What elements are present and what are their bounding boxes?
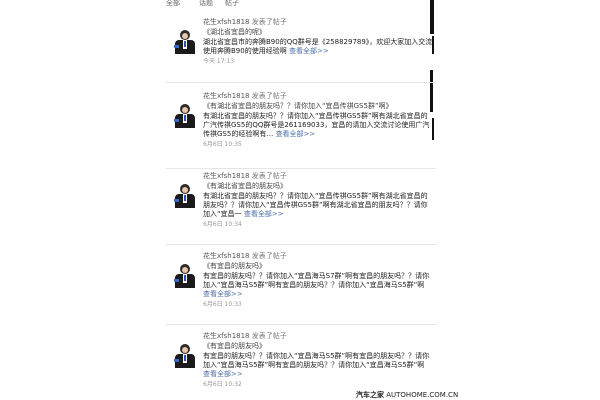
post-username[interactable]: 花生xfsh1818 xyxy=(203,18,250,26)
watermark-brand: 汽车之家 AUTOHOME.COM.CN xyxy=(356,390,458,400)
filter-tabs: 全部 话题 帖子 xyxy=(166,0,436,10)
post-action: 发表了帖子 xyxy=(251,252,287,260)
post-time: 6月6日 10:35 xyxy=(203,141,242,148)
avatar[interactable] xyxy=(174,184,196,208)
feed-post: 花生xfsh1818 发表了帖子 《有宜昌的朋友吗》 有宜昌的朋友吗？？请你加入… xyxy=(166,252,436,325)
post-action: 发表了帖子 xyxy=(251,92,287,100)
view-all-link[interactable]: 查看全部>> xyxy=(289,47,329,55)
post-content: 有湖北省宜昌的朋友吗？？请你加入“宜昌传祺GS5群”啊有湖北省宜昌的朋友吗？？请… xyxy=(203,192,428,218)
post-username[interactable]: 花生xfsh1818 xyxy=(203,332,250,340)
post-action: 发表了帖子 xyxy=(251,332,287,340)
avatar[interactable] xyxy=(174,104,196,128)
feed-post: 花生xfsh1818 发表了帖子 《有湖北省宜昌的朋友吗？？请你加入“宜昌传祺G… xyxy=(166,92,436,169)
post-content: 有宜昌的朋友吗？？请你加入“宜昌海马S5群”啊有宜昌的朋友吗？？请你加入“宜昌海… xyxy=(203,352,430,369)
post-action: 发表了帖子 xyxy=(251,172,287,180)
post-username[interactable]: 花生xfsh1818 xyxy=(203,92,250,100)
post-time: 6月6日 10:34 xyxy=(203,221,242,228)
avatar[interactable] xyxy=(174,344,196,368)
post-title[interactable]: 《有湖北省宜昌的朋友吗》 xyxy=(203,182,433,191)
post-time: 今天 17:13 xyxy=(203,58,235,65)
feed-post: 花生xfsh1818 发表了帖子 《湖北省宜昌的呢》 湖北省宜昌市的奔腾B90的… xyxy=(166,18,436,83)
post-title[interactable]: 《有宜昌的朋友吗》 xyxy=(203,262,433,271)
post-action: 发表了帖子 xyxy=(251,18,287,26)
tab-topics[interactable]: 话题 xyxy=(199,0,213,8)
brand-domain: AUTOHOME.COM.CN xyxy=(386,391,459,399)
tab-posts[interactable]: 帖子 xyxy=(225,0,239,8)
post-username[interactable]: 花生xfsh1818 xyxy=(203,252,250,260)
avatar[interactable] xyxy=(174,30,196,54)
view-all-link[interactable]: 查看全部>> xyxy=(203,290,243,298)
feed-post: 花生xfsh1818 发表了帖子 《有湖北省宜昌的朋友吗》 有湖北省宜昌的朋友吗… xyxy=(166,172,436,245)
post-content: 有宜昌的朋友吗？？请你加入“宜昌海马S7群”啊有宜昌的朋友吗？？请你加入“宜昌海… xyxy=(203,272,430,289)
post-username[interactable]: 花生xfsh1818 xyxy=(203,172,250,180)
view-all-link[interactable]: 查看全部>> xyxy=(203,370,243,378)
side-panel-edge xyxy=(430,0,600,400)
post-title[interactable]: 《有宜昌的朋友吗》 xyxy=(203,342,433,351)
post-time: 6月6日 10:32 xyxy=(203,381,242,388)
post-title[interactable]: 《湖北省宜昌的呢》 xyxy=(203,28,433,37)
feed-post: 花生xfsh1818 发表了帖子 《有宜昌的朋友吗》 有宜昌的朋友吗？？请你加入… xyxy=(166,332,436,398)
post-time: 6月6日 10:33 xyxy=(203,301,242,308)
view-all-link[interactable]: 查看全部>> xyxy=(244,210,284,218)
brand-name: 汽车之家 xyxy=(356,391,384,399)
avatar[interactable] xyxy=(174,264,196,288)
tab-all[interactable]: 全部 xyxy=(166,0,180,8)
view-all-link[interactable]: 查看全部>> xyxy=(276,130,316,138)
post-content: 有湖北省宜昌的朋友吗？？请你加入“宜昌传祺GS5群”啊有湖北省宜昌的广汽传祺GS… xyxy=(203,112,430,138)
post-title[interactable]: 《有湖北省宜昌的朋友吗？？请你加入“宜昌传祺GS5群”啊》 xyxy=(203,102,433,111)
